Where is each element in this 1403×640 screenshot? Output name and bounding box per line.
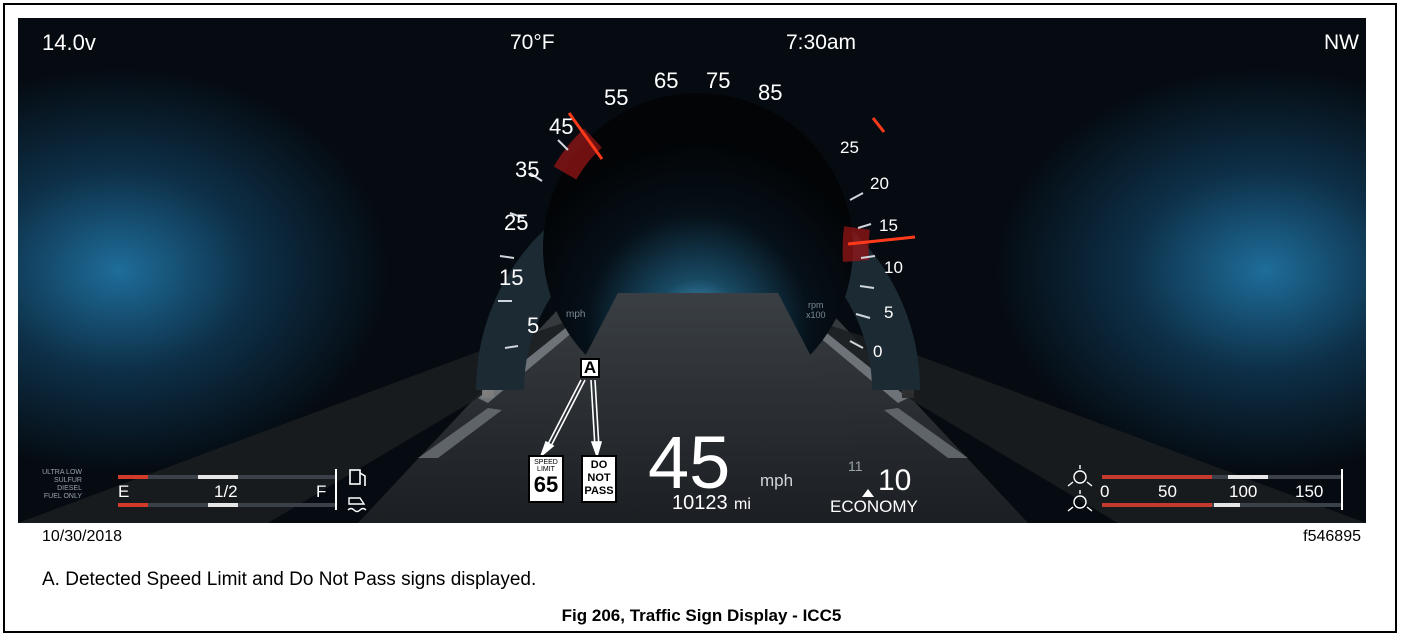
dnp-line2: NOT [587, 472, 611, 484]
digital-speed: 45 [648, 421, 731, 504]
drive-mode: ECONOMY [830, 497, 918, 516]
callout-label: A [580, 358, 600, 378]
speed-limit-sign-word1: SPEED [534, 459, 558, 466]
fuel-warning-line3: DIESEL [57, 485, 82, 492]
speedo-unit: mph [566, 309, 586, 320]
gear-next: 11 [848, 458, 863, 474]
voltage-readout: 14.0v [42, 30, 96, 55]
speedo-tick-15: 15 [499, 265, 524, 290]
odometer-value: 10123 [672, 492, 728, 514]
speedo-tick-85: 85 [758, 80, 783, 105]
compass-heading: NW [1324, 31, 1359, 54]
instrument-cluster: 14.0v 70°F 7:30am NW 5 15 25 35 45 55 65… [18, 18, 1366, 523]
clock-readout: 7:30am [786, 31, 857, 54]
figure-date: 10/30/2018 [42, 528, 123, 545]
speedo-tick-5: 5 [527, 313, 540, 338]
pressure-tick-150: 150 [1295, 482, 1324, 501]
speed-limit-sign: SPEED LIMIT 65 [528, 455, 564, 503]
odometer-unit: mi [734, 496, 751, 513]
tach-tick-5: 5 [884, 303, 894, 322]
speedo-tick-25: 25 [504, 210, 529, 235]
tach-unit: rpm [808, 300, 824, 310]
tach-tick-15: 15 [879, 216, 898, 235]
dnp-line3: PASS [584, 485, 614, 497]
temperature-readout: 70°F [510, 31, 555, 54]
tach-tick-20: 20 [870, 174, 889, 193]
dnp-line1: DO [590, 459, 608, 471]
speedo-tick-45: 45 [549, 114, 574, 139]
gear-current: 10 [878, 464, 912, 497]
pressure-tick-50: 50 [1158, 482, 1177, 501]
legend-item-a: A. Detected Speed Limit and Do Not Pass … [42, 569, 537, 590]
speedo-tick-75: 75 [706, 68, 731, 93]
pressure-tick-0: 0 [1100, 482, 1110, 501]
fuel-warning-line4: FUEL ONLY [43, 493, 82, 500]
do-not-pass-sign: DO NOT PASS [581, 455, 617, 503]
pressure-tick-100: 100 [1229, 482, 1258, 501]
fuel-warning-label: ULTRA LOW SULFUR DIESEL FUEL ONLY [40, 469, 82, 501]
tach-multiplier: x100 [806, 310, 826, 320]
fuel-full-label: F [316, 482, 327, 501]
tach-tick-25: 25 [840, 138, 859, 157]
tach-tick-10: 10 [884, 258, 903, 277]
speedo-tick-65: 65 [654, 68, 679, 93]
fuel-warning-line1: ULTRA LOW [42, 469, 82, 476]
figure-id: f546895 [1303, 528, 1361, 545]
fuel-empty-label: E [118, 482, 130, 501]
tach-tick-0: 0 [873, 342, 883, 361]
fuel-half-label: 1/2 [214, 482, 238, 501]
speedo-tick-55: 55 [604, 85, 629, 110]
figure-caption: Fig 206, Traffic Sign Display - ICC5 [561, 606, 842, 625]
fuel-warning-line2: SULFUR [53, 477, 82, 484]
speedo-tick-35: 35 [515, 157, 540, 182]
digital-speed-unit: mph [760, 471, 794, 490]
speed-limit-sign-value: 65 [533, 472, 559, 497]
